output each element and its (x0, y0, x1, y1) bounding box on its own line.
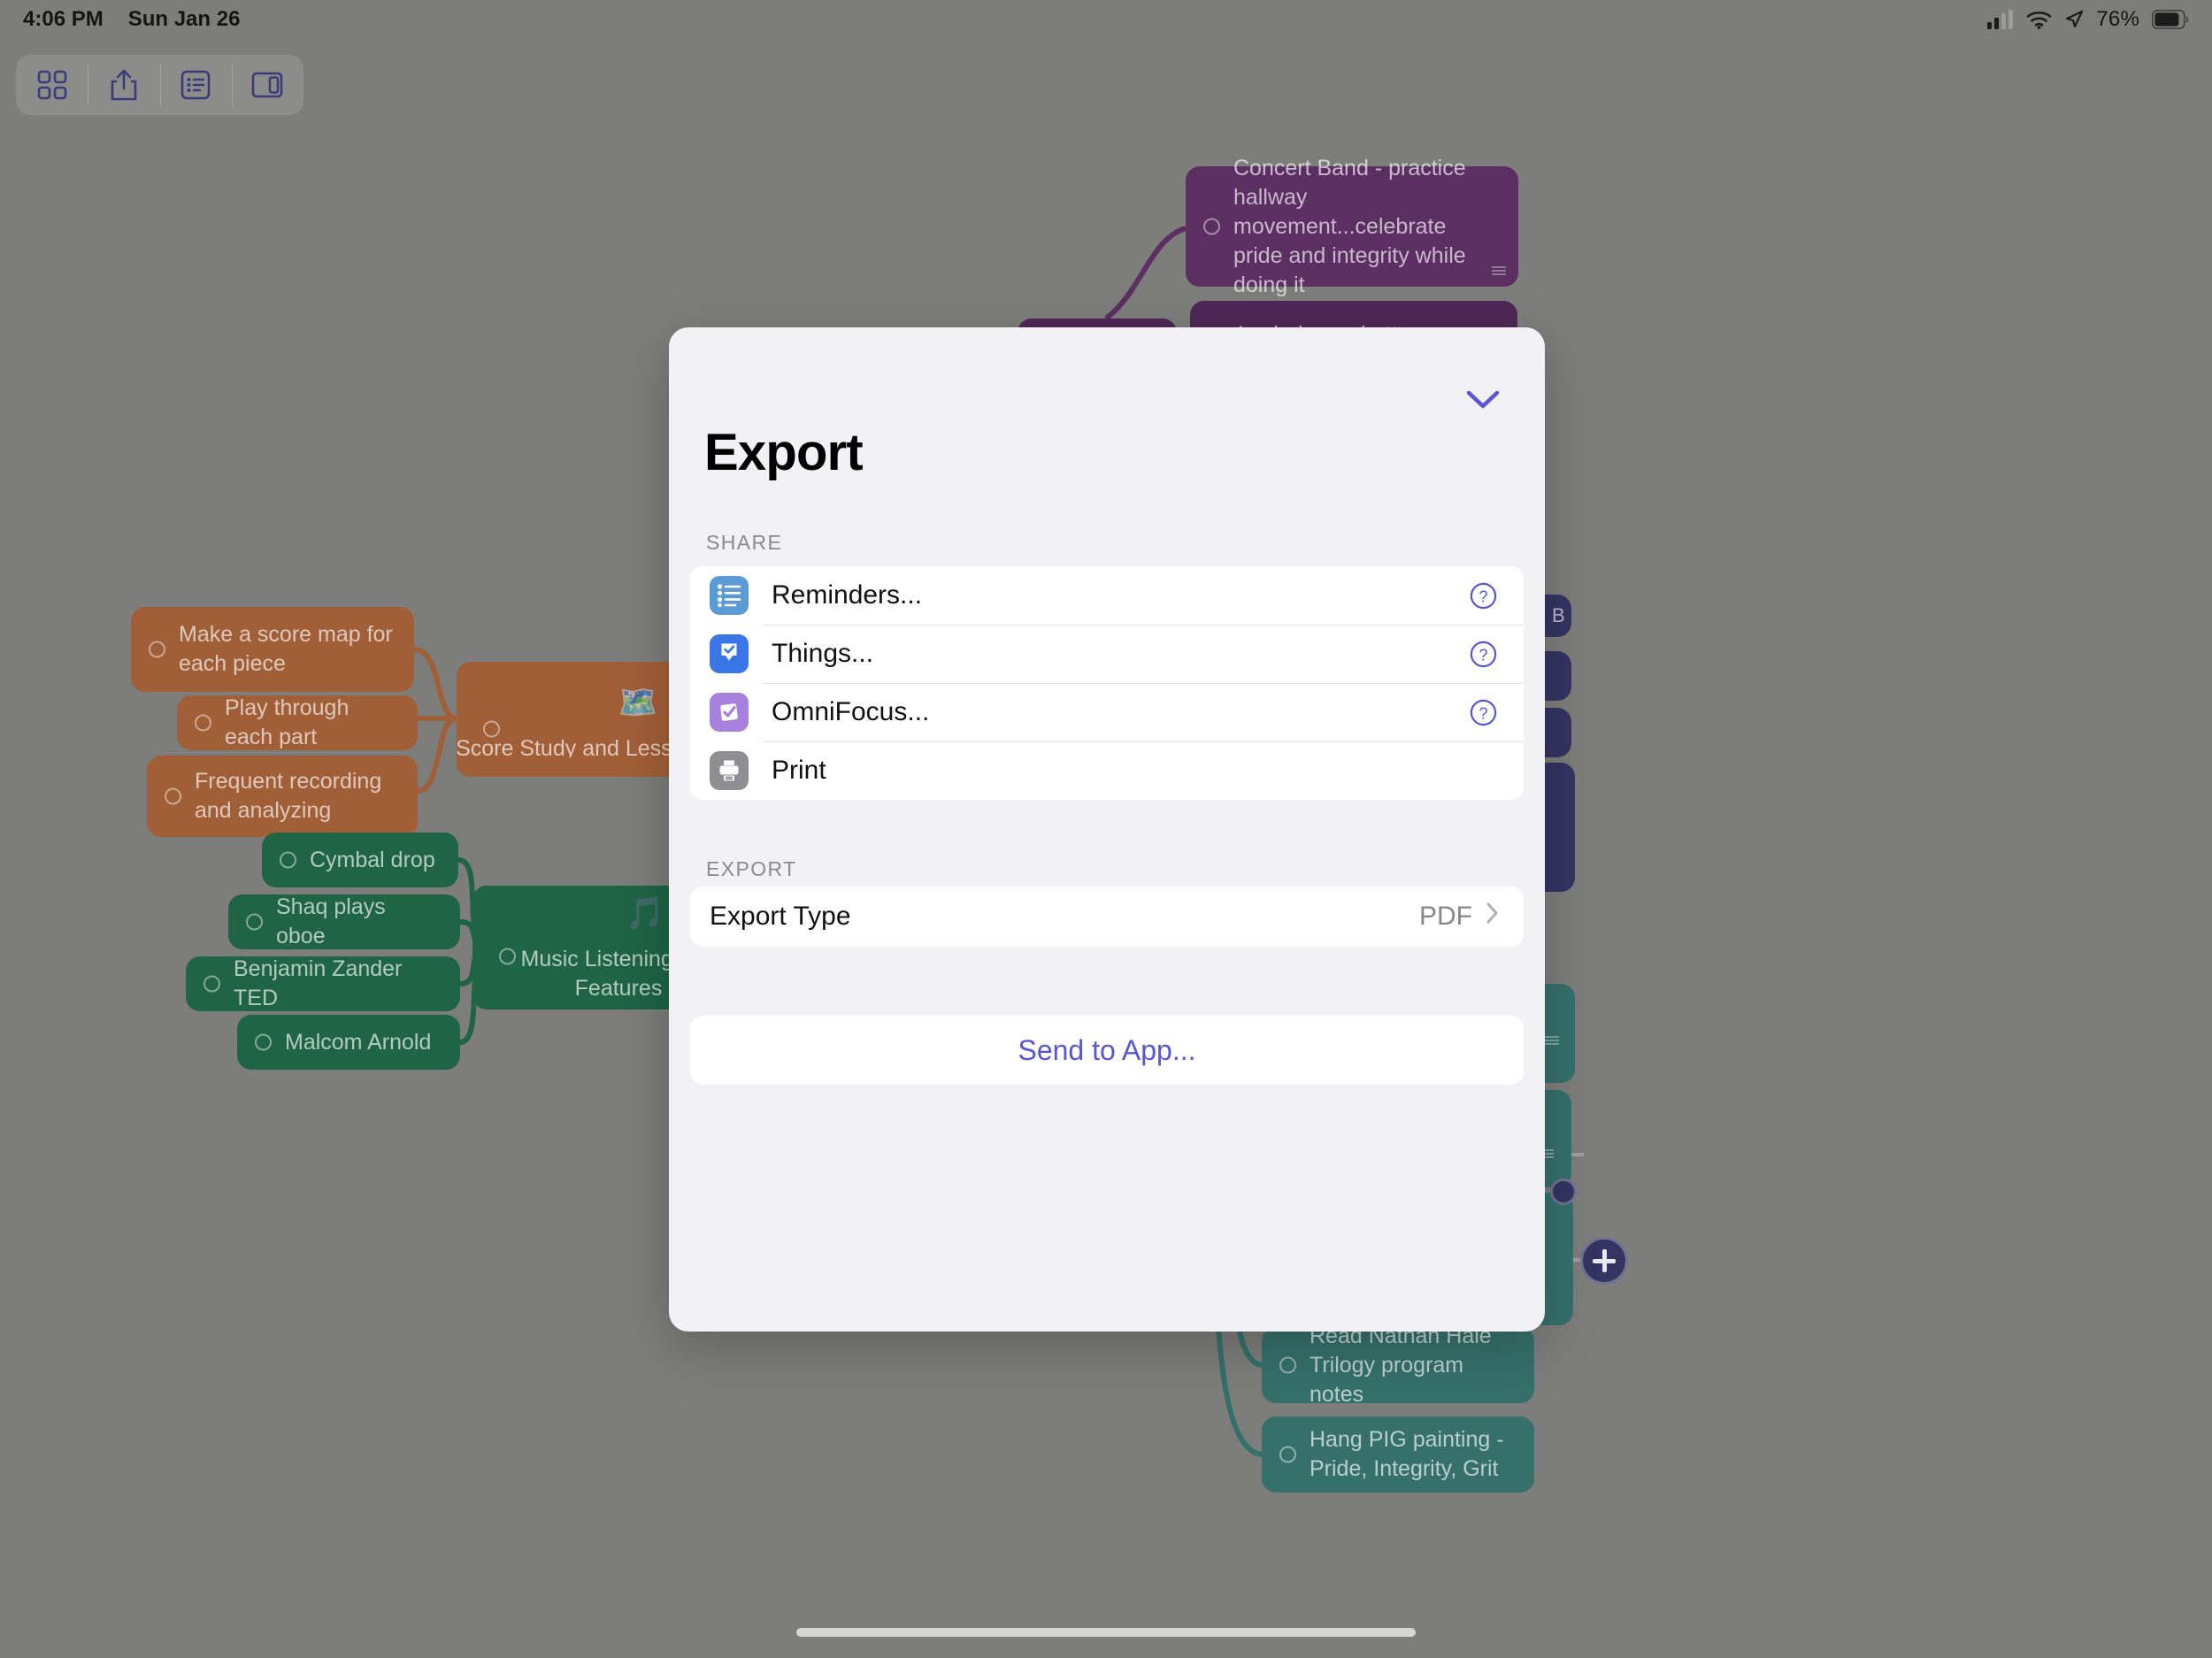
export-type-row[interactable]: Export Type PDF (690, 887, 1524, 947)
share-icon (110, 68, 138, 102)
node-bullet-icon[interactable] (483, 720, 500, 738)
status-bar: 4:06 PM Sun Jan 26 76% (0, 0, 2212, 39)
share-item-label: Things... (772, 639, 874, 668)
reminders-app-icon (710, 576, 749, 615)
export-section-label: EXPORT (706, 857, 797, 880)
node-bullet-icon[interactable] (149, 641, 165, 658)
home-indicator[interactable] (796, 1628, 1416, 1637)
app-toolbar[interactable] (16, 55, 303, 115)
node-bullet-icon[interactable] (499, 948, 516, 965)
node-text: Frequent recording and analyzing (195, 769, 382, 823)
mindmap-node[interactable]: Frequent recording and analyzing (147, 756, 418, 837)
row-divider (763, 741, 1524, 742)
mindmap-node[interactable]: Cymbal drop (262, 833, 458, 887)
omnifocus-app-icon (710, 693, 749, 732)
grid-view-button[interactable] (16, 55, 88, 115)
share-section-label: SHARE (706, 531, 783, 554)
send-to-app-card[interactable]: Send to App... (690, 1016, 1524, 1085)
mindmap-node[interactable]: Benjamin Zander TED (186, 956, 460, 1011)
mindmap-node[interactable]: Read Nathan Hale Trilogy program notes (1262, 1324, 1534, 1407)
svg-text:?: ? (1479, 704, 1487, 722)
status-time: 4:06 PM (23, 7, 104, 31)
share-button[interactable] (88, 55, 159, 115)
share-options-card: Reminders... ? Things... ? OmniFocus... … (690, 566, 1524, 800)
send-to-app-button[interactable]: Send to App... (690, 1016, 1524, 1085)
things-app-icon (710, 634, 749, 673)
share-item-print[interactable]: Print (690, 741, 1524, 800)
share-item-things[interactable]: Things... ? (690, 625, 1524, 683)
add-node-button[interactable] (1580, 1237, 1628, 1285)
battery-percent: 76% (2096, 7, 2139, 31)
node-text: Read Nathan Hale Trilogy program notes (1310, 1323, 1492, 1407)
node-note-icon (1492, 266, 1506, 276)
mindmap-node[interactable]: Hang PIG painting - Pride, Integrity, Gr… (1262, 1416, 1534, 1493)
sidebar-button[interactable] (231, 55, 303, 115)
sidebar-icon (251, 72, 283, 98)
status-date: Sun Jan 26 (127, 7, 241, 31)
mindmap-node[interactable]: Concert Band - practice hallway movement… (1186, 156, 1518, 297)
node-text: Benjamin Zander TED (234, 956, 403, 1010)
node-text: B (1552, 604, 1565, 627)
node-drag-handle[interactable] (1550, 1178, 1577, 1205)
node-text: Make a score map for each piece (179, 622, 393, 676)
share-item-label: Print (772, 756, 826, 785)
cellular-signal-icon (1987, 10, 2014, 29)
question-circle-icon[interactable]: ? (1470, 699, 1497, 726)
question-circle-icon[interactable]: ? (1470, 641, 1497, 668)
wifi-icon (2027, 12, 2052, 29)
node-text: Shaq plays oboe (276, 894, 386, 948)
node-bullet-icon[interactable] (165, 787, 181, 805)
node-bullet-icon[interactable] (255, 1033, 272, 1051)
export-type-label: Export Type (710, 902, 851, 931)
node-text: Cymbal drop (310, 847, 435, 872)
grid-view-icon (37, 70, 67, 100)
mindmap-node[interactable]: Shaq plays oboe (228, 894, 460, 949)
mindmap-node[interactable]: Malcom Arnold (237, 1015, 460, 1070)
location-arrow-icon (2066, 10, 2084, 28)
export-type-card[interactable]: Export Type PDF (690, 887, 1524, 947)
share-item-label: OmniFocus... (772, 697, 930, 726)
node-bullet-icon[interactable] (204, 975, 220, 993)
node-emoji-icon: 🎵 (625, 894, 665, 932)
node-bullet-icon[interactable] (280, 851, 296, 869)
row-divider (763, 683, 1524, 684)
node-emoji-icon: 🗺️ (618, 684, 658, 720)
node-bullet-icon[interactable] (195, 714, 211, 732)
page-title: Export (704, 424, 864, 481)
node-bullet-icon[interactable] (1279, 1356, 1296, 1374)
outline-list-icon (180, 70, 211, 100)
share-item-omnifocus[interactable]: OmniFocus... ? (690, 683, 1524, 741)
share-item-reminders[interactable]: Reminders... ? (690, 566, 1524, 625)
node-note-icon (1545, 1036, 1559, 1046)
close-modal-button[interactable] (1462, 380, 1504, 423)
node-bullet-icon[interactable] (1203, 218, 1220, 235)
svg-text:?: ? (1479, 587, 1487, 605)
row-divider (763, 625, 1524, 626)
question-circle-icon[interactable]: ? (1470, 582, 1497, 610)
battery-icon (2152, 10, 2189, 29)
mindmap-node[interactable]: Play through each part (177, 695, 418, 750)
export-type-value: PDF (1419, 902, 1472, 931)
outline-button[interactable] (159, 55, 232, 115)
printer-icon (710, 751, 749, 790)
export-modal: Export SHARE Reminders... ? Things... ? … (669, 327, 1545, 1332)
node-text: Concert Band - practice hallway movement… (1233, 155, 1466, 297)
node-bullet-icon[interactable] (1279, 1446, 1296, 1463)
node-text: Hang PIG painting - Pride, Integrity, Gr… (1310, 1427, 1504, 1481)
node-bullet-icon[interactable] (246, 913, 263, 931)
share-item-label: Reminders... (772, 580, 923, 610)
mindmap-node[interactable]: Make a score map for each piece (131, 607, 414, 692)
node-text: Play through each part (225, 695, 349, 749)
svg-text:?: ? (1479, 646, 1487, 664)
node-text: Malcom Arnold (285, 1029, 432, 1055)
chevron-right-icon (1485, 900, 1501, 933)
chevron-down-icon (1465, 388, 1501, 416)
